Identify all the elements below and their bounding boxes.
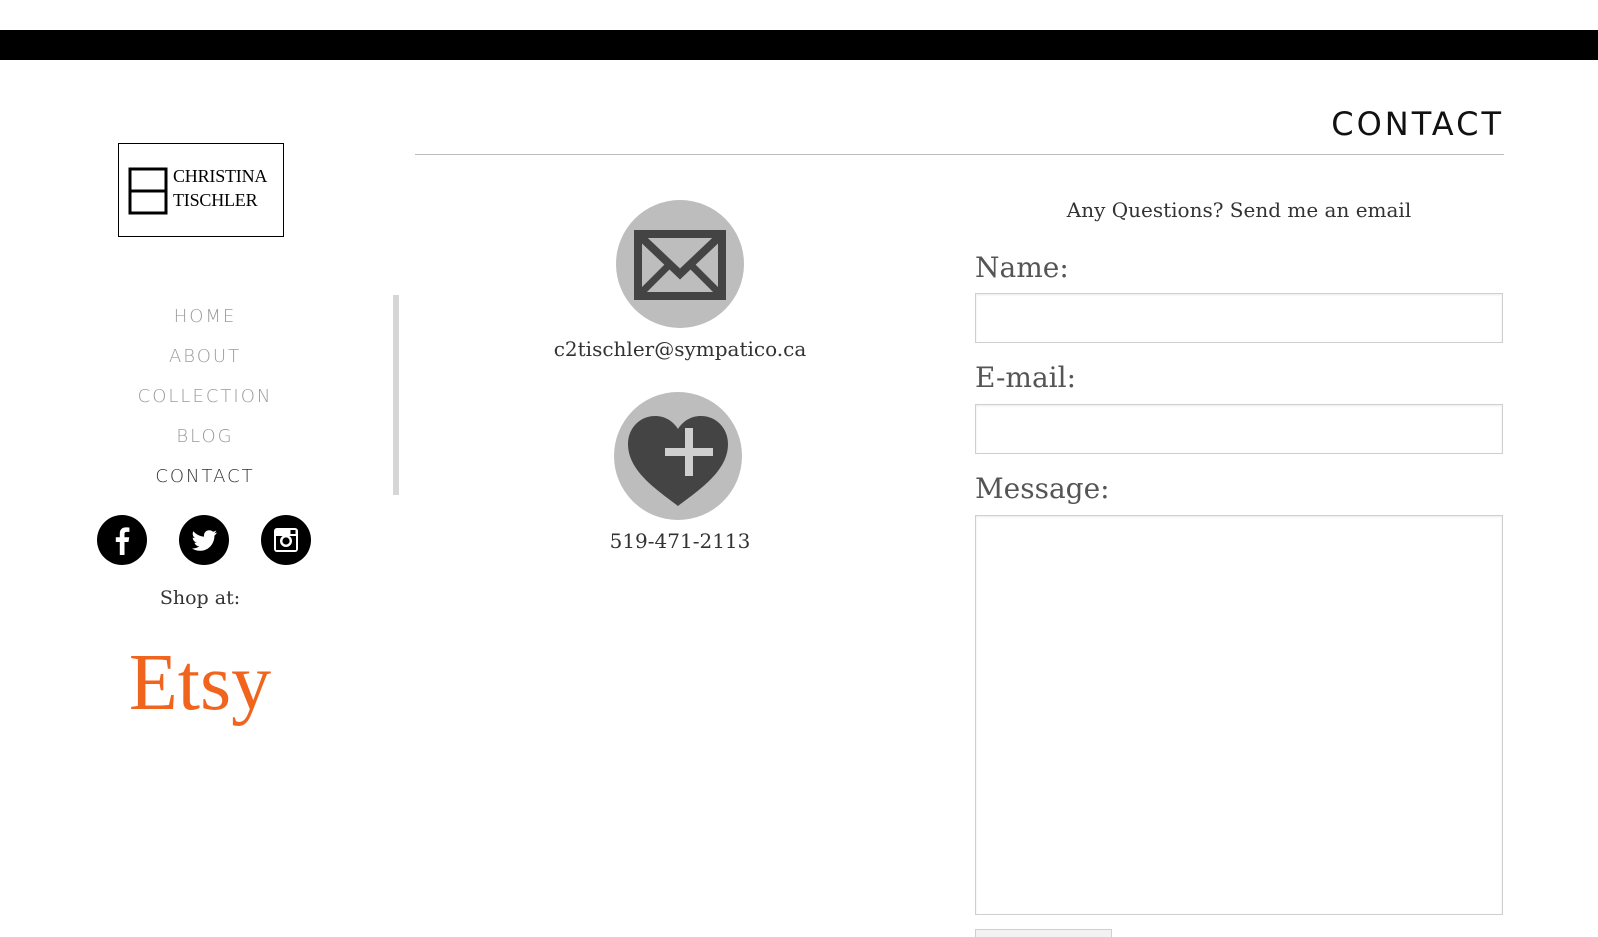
nav-item-collection[interactable]: COLLECTION [100, 377, 310, 417]
top-bar [0, 30, 1598, 60]
name-input[interactable] [975, 293, 1503, 343]
site-logo[interactable]: CHRISTINA TISCHLER [118, 143, 284, 237]
page-title: CONTACT [1331, 105, 1504, 143]
form-intro: Any Questions? Send me an email [1066, 198, 1412, 222]
main-nav: HOME ABOUT COLLECTION BLOG CONTACT [100, 297, 310, 497]
nav-item-blog[interactable]: BLOG [100, 417, 310, 457]
nav-divider [393, 295, 399, 495]
twitter-icon[interactable] [179, 515, 229, 565]
etsy-link[interactable]: Etsy [100, 638, 300, 728]
facebook-icon[interactable] [97, 515, 147, 565]
message-label: Message: [975, 472, 1110, 505]
name-label: Name: [975, 251, 1069, 284]
instagram-icon[interactable] [261, 515, 311, 565]
title-divider [415, 154, 1504, 155]
nav-item-about[interactable]: ABOUT [100, 337, 310, 377]
nav-item-contact[interactable]: CONTACT [100, 457, 310, 497]
heart-plus-icon[interactable] [614, 392, 742, 520]
contact-email[interactable]: c2tischler@sympatico.ca [540, 337, 820, 361]
envelope-icon[interactable] [616, 200, 744, 328]
email-input[interactable] [975, 404, 1503, 454]
submit-button[interactable] [975, 929, 1112, 937]
logo-monogram-icon [128, 167, 168, 215]
email-label: E-mail: [975, 361, 1077, 394]
shop-label: Shop at: [159, 587, 241, 609]
contact-phone: 519-471-2113 [609, 529, 751, 553]
message-textarea[interactable] [975, 515, 1503, 915]
logo-last-name: TISCHLER [173, 190, 258, 210]
nav-item-home[interactable]: HOME [100, 297, 310, 337]
logo-first-name: CHRISTINA [173, 166, 268, 186]
